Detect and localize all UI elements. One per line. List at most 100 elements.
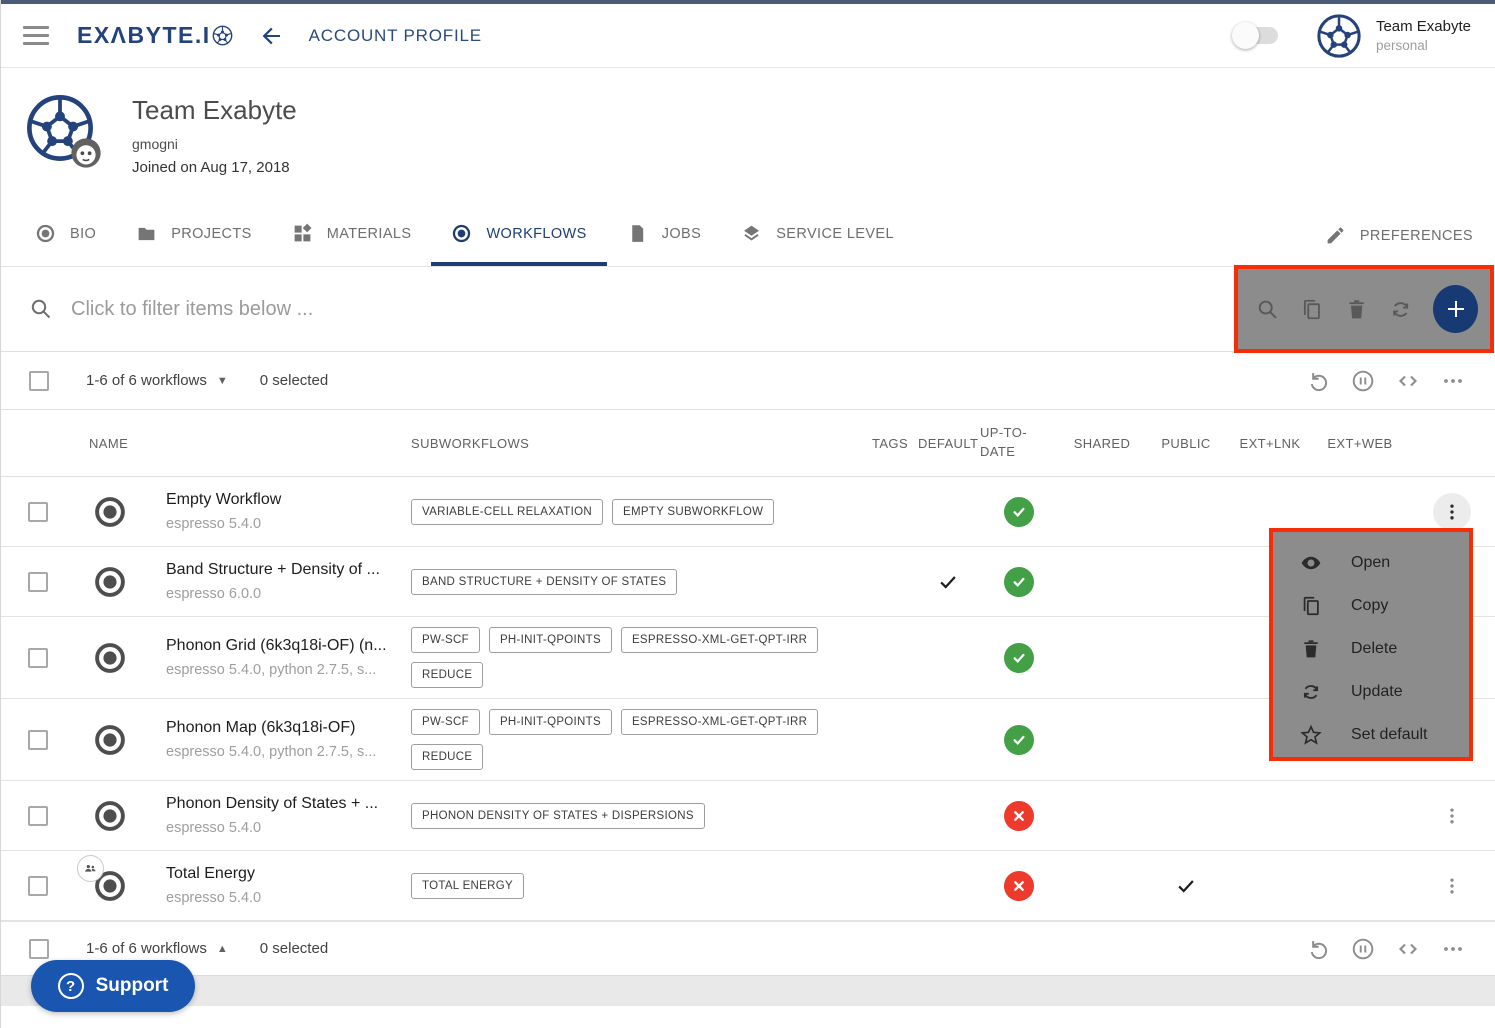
row-checkbox[interactable]	[28, 502, 48, 522]
subworkflow-chips: TOTAL ENERGY	[400, 873, 820, 899]
filter-input[interactable]	[71, 298, 671, 321]
menu-item-set-default[interactable]: Set default	[1273, 713, 1469, 756]
folder-icon	[136, 223, 157, 244]
pagination-dropdown-footer[interactable]: 1-6 of 6 workflows ▲	[86, 940, 228, 957]
undo-icon[interactable]	[1306, 369, 1330, 393]
public-cell	[1144, 875, 1228, 897]
row-checkbox[interactable]	[28, 572, 48, 592]
soccer-ball-icon	[212, 25, 233, 46]
bio-icon	[35, 223, 56, 244]
menu-item-open[interactable]: Open	[1273, 541, 1469, 584]
search-icon	[29, 297, 53, 321]
search-icon[interactable]	[1256, 297, 1279, 322]
subworkflow-chip: BAND STRUCTURE + DENSITY OF STATES	[411, 569, 677, 595]
refresh-icon[interactable]	[1389, 297, 1412, 322]
workflow-subtitle: espresso 5.4.0	[166, 820, 400, 836]
profile-name: Team Exabyte	[132, 95, 297, 126]
tab-bio[interactable]: BIO	[15, 205, 116, 266]
row-menu-kebab-icon[interactable]	[1433, 867, 1471, 905]
menu-item-delete[interactable]: Delete	[1273, 627, 1469, 670]
exabyte-logo[interactable]: EXΛBYTE.I	[77, 22, 233, 49]
row-menu-kebab-icon[interactable]	[1433, 493, 1471, 531]
tab-service-level[interactable]: SERVICE LEVEL	[721, 205, 914, 266]
back-arrow-icon[interactable]	[259, 24, 283, 48]
column-ext-lnk: EXT+LNK	[1228, 436, 1312, 451]
workflow-subtitle: espresso 5.4.0, python 2.7.5, s...	[166, 662, 400, 678]
subworkflow-chip: ESPRESSO-XML-GET-QPT-IRR	[621, 627, 818, 653]
profile-section: Team Exabyte gmogni Joined on Aug 17, 20…	[1, 68, 1495, 205]
more-horizontal-icon[interactable]	[1441, 937, 1465, 961]
bottom-strip	[1, 976, 1495, 1006]
tab-preferences[interactable]: PREFERENCES	[1305, 205, 1495, 266]
workflow-icon	[92, 639, 128, 677]
workflow-icon	[92, 493, 128, 531]
workflow-icon	[92, 563, 128, 601]
column-tags: TAGS	[862, 436, 918, 451]
subworkflow-chip: TOTAL ENERGY	[411, 873, 524, 899]
profile-joined-date: Joined on Aug 17, 2018	[132, 159, 297, 176]
subworkflow-chip: VARIABLE-CELL RELAXATION	[411, 499, 603, 525]
delete-icon[interactable]	[1345, 297, 1368, 322]
theme-toggle[interactable]	[1236, 27, 1278, 44]
workflow-name: Phonon Grid (6k3q18i-OF) (n...	[166, 637, 400, 655]
pause-icon[interactable]	[1351, 937, 1375, 961]
tab-workflows[interactable]: WORKFLOWS	[431, 205, 606, 266]
pause-icon[interactable]	[1351, 369, 1375, 393]
hamburger-menu-icon[interactable]	[23, 26, 49, 45]
profile-avatar	[25, 93, 95, 163]
row-checkbox[interactable]	[28, 648, 48, 668]
subworkflow-chip: PH-INIT-QPOINTS	[489, 709, 612, 735]
logo-text: EXΛBYTE.I	[77, 22, 211, 49]
document-icon	[627, 223, 648, 244]
up-to-date-cell	[978, 567, 1060, 597]
workflow-subtitle: espresso 5.4.0, python 2.7.5, s...	[166, 744, 400, 760]
table-row[interactable]: Phonon Density of States + ... espresso …	[1, 781, 1495, 851]
up-to-date-status-icon	[1004, 871, 1034, 901]
default-cell	[918, 571, 978, 593]
tab-materials[interactable]: MATERIALS	[272, 205, 432, 266]
subworkflow-chips: PW-SCFPH-INIT-QPOINTSESPRESSO-XML-GET-QP…	[400, 627, 820, 688]
workflow-name: Phonon Density of States + ...	[166, 795, 400, 813]
account-avatar[interactable]	[1316, 13, 1362, 59]
code-icon[interactable]	[1396, 937, 1420, 961]
support-button[interactable]: ? Support	[31, 960, 195, 1012]
pagination-dropdown[interactable]: 1-6 of 6 workflows ▼	[86, 372, 228, 389]
row-menu-kebab-icon[interactable]	[1433, 797, 1471, 835]
row-checkbox[interactable]	[28, 730, 48, 750]
workflow-subtitle: espresso 5.4.0	[166, 516, 400, 532]
team-badge-icon	[77, 855, 104, 882]
account-name: Team Exabyte	[1376, 18, 1471, 35]
eye-icon	[1300, 552, 1322, 574]
table-row[interactable]: Total Energy espresso 5.4.0 TOTAL ENERGY	[1, 851, 1495, 921]
select-all-checkbox[interactable]	[29, 371, 49, 391]
caret-up-icon: ▲	[217, 943, 228, 955]
caret-down-icon: ▼	[217, 375, 228, 387]
copy-icon[interactable]	[1300, 297, 1323, 322]
add-workflow-button[interactable]	[1433, 285, 1478, 333]
row-checkbox[interactable]	[28, 876, 48, 896]
menu-item-update[interactable]: Update	[1273, 670, 1469, 713]
up-to-date-status-icon	[1004, 567, 1034, 597]
undo-icon[interactable]	[1306, 937, 1330, 961]
menu-item-copy[interactable]: Copy	[1273, 584, 1469, 627]
profile-tabs: BIO PROJECTS MATERIALS WORKFLOWS JOBS	[1, 205, 1495, 267]
face-badge-icon	[70, 137, 102, 169]
row-checkbox[interactable]	[28, 806, 48, 826]
tab-jobs[interactable]: JOBS	[607, 205, 721, 266]
tab-projects[interactable]: PROJECTS	[116, 205, 272, 266]
account-profile-page: EXΛBYTE.I ACCOUNT PROFILE Team Exabyte p…	[0, 0, 1495, 1028]
subworkflow-chips: BAND STRUCTURE + DENSITY OF STATES	[400, 569, 820, 595]
select-all-checkbox-footer[interactable]	[29, 939, 49, 959]
account-info[interactable]: Team Exabyte personal	[1376, 18, 1471, 53]
table-header: NAME SUBWORKFLOWS TAGS DEFAULT UP-TO-DAT…	[1, 410, 1495, 477]
subworkflow-chips: PW-SCFPH-INIT-QPOINTSESPRESSO-XML-GET-QP…	[400, 709, 820, 770]
subworkflow-chip: PW-SCF	[411, 627, 480, 653]
sync-icon	[1300, 681, 1322, 703]
code-icon[interactable]	[1396, 369, 1420, 393]
column-name: NAME	[65, 436, 400, 451]
footer-bar: 1-6 of 6 workflows ▲ 0 selected	[1, 921, 1495, 976]
up-to-date-status-icon	[1004, 643, 1034, 673]
more-horizontal-icon[interactable]	[1441, 369, 1465, 393]
question-icon: ?	[58, 973, 84, 999]
workflow-name: Band Structure + Density of ...	[166, 561, 400, 579]
